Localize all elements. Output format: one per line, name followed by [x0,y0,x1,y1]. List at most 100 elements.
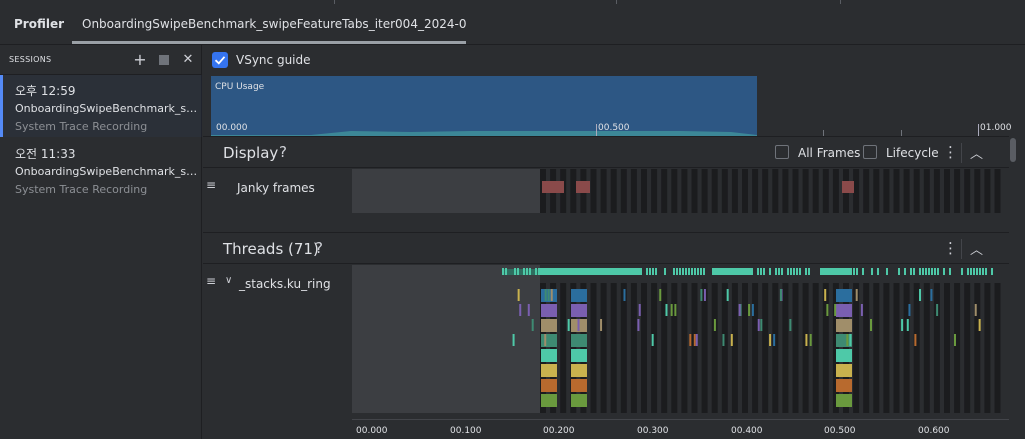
thread-state-slice [640,268,642,275]
plus-icon[interactable]: + [131,50,149,70]
vsync-stripe [863,283,870,413]
thread-state-slice [763,268,765,275]
lifecycle-checkbox[interactable] [863,145,877,159]
cpu-tick-label: 01.000 [980,123,1012,133]
collapse-x-icon[interactable]: ✕ [179,50,197,70]
call-stack-frame [730,334,733,346]
vsync-stripe [964,283,971,413]
thread-state-slice [949,268,951,275]
collapse-chevron-icon[interactable]: ︿ [970,143,983,162]
axis-tick-label: 00.000 [356,426,388,436]
call-stack-frame [541,334,557,347]
help-icon[interactable]: ? [315,239,323,257]
thread-state-slice [760,268,762,275]
thread-state-slice [781,268,783,275]
tab-trace[interactable]: OnboardingSwipeBenchmark_swipeFeatureTab… [72,0,466,45]
vsync-stripe [620,283,627,413]
vsync-stripe [731,283,738,413]
vsync-stripe [974,169,981,213]
thread-state-slice [700,268,702,275]
vsync-stripe [883,169,890,213]
stop-square-shape [159,55,169,65]
track-filter-icon[interactable]: ≡ [206,178,216,192]
thread-state-slice [787,268,789,275]
thread-state-slice [991,268,993,275]
vsync-stripe [772,283,779,413]
thread-state-slice [967,268,969,275]
vsync-stripe [570,169,577,213]
vsync-stripe [923,283,930,413]
call-stack-frame [571,394,587,407]
cpu-usage-track[interactable]: CPU Usage 00.000 00.500 01.000 [211,76,1017,136]
vsync-stripe [701,169,708,213]
vsync-stripe [994,283,1001,413]
call-stack-frame [846,334,849,346]
vsync-stripe [903,169,910,213]
vsync-stripe [812,169,819,213]
thread-state-slice [877,268,879,275]
thread-state-slice [898,268,900,275]
thread-state-slice [853,268,855,275]
vsync-stripe [742,169,748,213]
top-divider [616,0,617,4]
thread-track[interactable] [352,265,1009,419]
call-stack-frame [517,289,520,301]
thread-state-slice [799,268,801,275]
call-stack-frame [519,304,522,316]
all-frames-checkbox[interactable] [775,145,789,159]
vsync-stripe [883,283,890,413]
thread-state-slice [910,268,912,275]
call-stack-frame [836,304,852,317]
vsync-stripe [651,169,658,213]
stop-square-icon[interactable] [155,50,173,70]
thread-state-slice [673,268,675,275]
vsync-stripe [641,283,647,413]
vsync-checkbox[interactable] [212,52,228,68]
axis-tick-label: 00.400 [731,426,763,436]
vsync-stripe [661,169,668,213]
vsync-stripe [822,169,829,213]
call-stack-frame [665,304,668,316]
vsync-stripe [731,169,738,213]
call-stack-frame [695,334,698,346]
session-item[interactable]: 오전 11:33 OnboardingSwipeBenchmark_swip..… [0,138,202,200]
thread-state-slice [937,268,939,275]
janky-frames-track[interactable] [352,169,1009,232]
vertical-scrollbar[interactable] [1009,136,1017,439]
threads-title: Threads (71) [223,240,319,258]
vsync-stripe [893,169,900,213]
call-stack-frame [936,304,939,316]
call-stack-frame [638,304,641,316]
help-icon[interactable]: ? [279,143,287,161]
thread-state-slice [979,268,981,275]
thread-state-slice [805,268,807,275]
scrollbar-thumb[interactable] [1010,138,1016,162]
call-stack-frame [726,289,729,301]
vsync-stripe [762,283,769,413]
thread-state-slice [871,268,873,275]
call-stack-frame [527,304,530,316]
thread-state-slice [652,268,654,275]
vsync-stripe [832,169,839,213]
track-filter-icon[interactable]: ≡ [206,274,216,288]
axis-tick-label: 00.500 [824,426,856,436]
call-stack-frame [674,304,677,316]
vsync-stripe [661,283,668,413]
call-stack-frame [773,334,776,346]
vsync-stripe [681,169,688,213]
thread-state-slice [703,268,705,275]
thread-state-slice [925,268,927,275]
idle-region [352,169,540,213]
call-stack-frame [789,319,792,331]
call-stack-frame [637,319,640,331]
vsync-stripe [540,283,546,413]
thread-state-slice [862,268,864,275]
expand-chevron-icon[interactable]: ∨ [225,275,232,286]
session-item[interactable]: 오후 12:59 OnboardingSwipeBenchmark_swip..… [0,75,202,137]
more-options-icon[interactable]: ⋮ [943,143,958,161]
divider [961,239,962,259]
more-options-icon[interactable]: ⋮ [943,239,958,257]
vsync-stripe [580,283,587,413]
collapse-chevron-icon[interactable]: ︿ [970,239,983,258]
vsync-stripe [671,283,678,413]
